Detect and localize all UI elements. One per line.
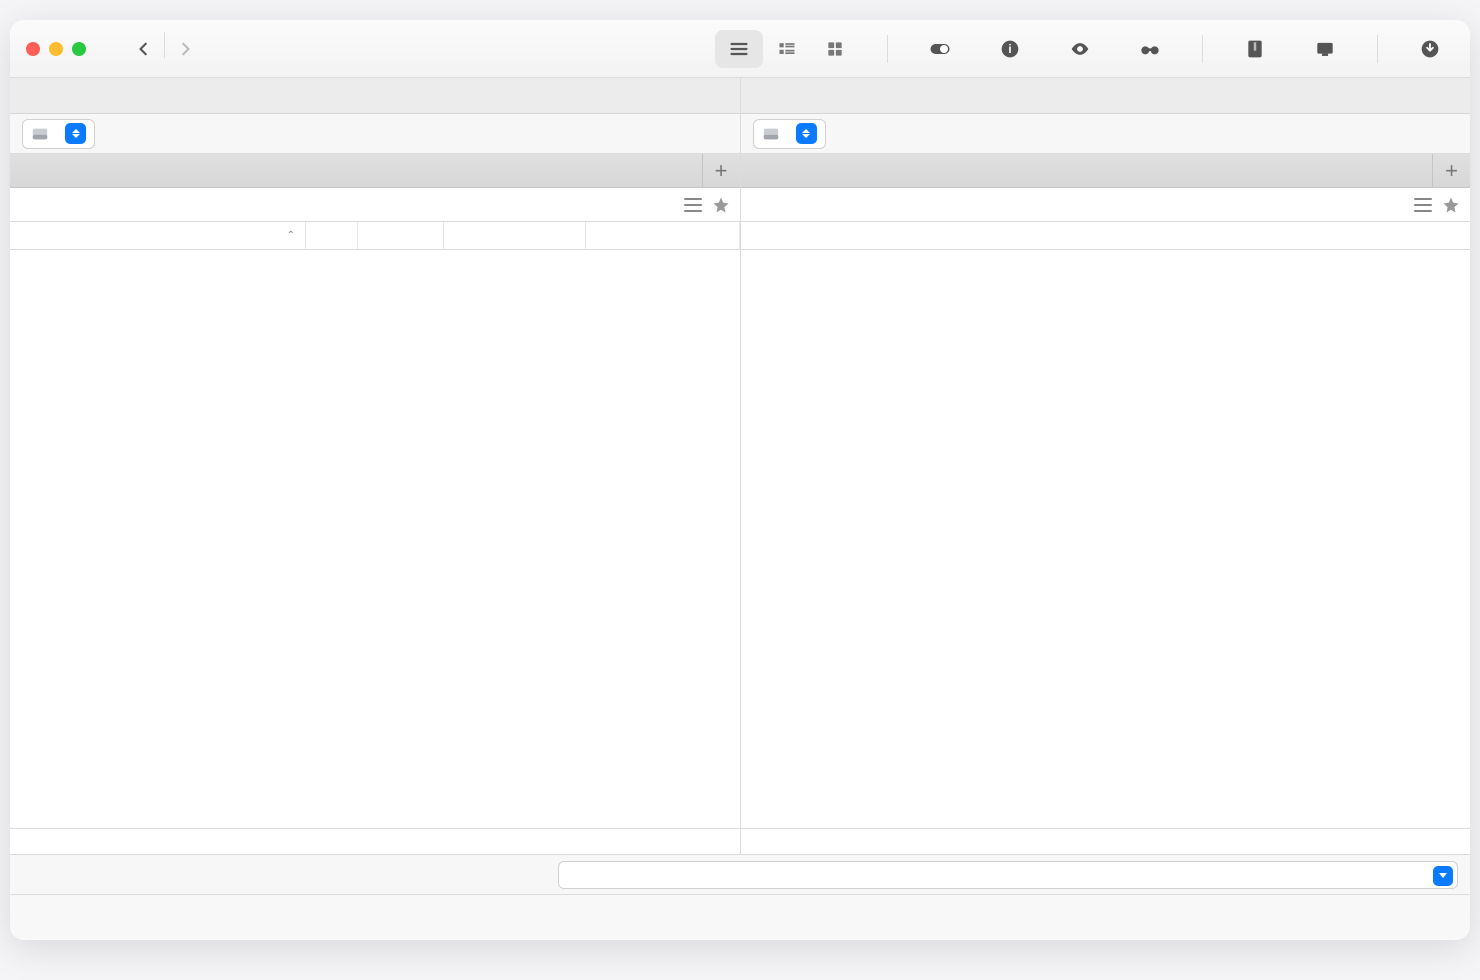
archive-icon [1245, 39, 1265, 59]
right-pane: + [741, 78, 1471, 854]
list-mode-icon[interactable] [684, 198, 702, 212]
list-mode-icon[interactable] [1414, 198, 1432, 212]
disk-icon [762, 125, 780, 143]
minimize-button[interactable] [49, 42, 63, 56]
titlebar: i [10, 20, 1470, 78]
window-controls [26, 42, 86, 56]
favorite-icon[interactable] [1442, 196, 1460, 214]
left-pane: + ⌃ [10, 78, 741, 854]
list-lines-icon [729, 39, 749, 59]
disk-icon [31, 125, 49, 143]
chevron-right-icon [178, 42, 192, 56]
network-share-icon [1315, 39, 1335, 59]
dropdown-icon [65, 123, 86, 144]
dual-pane: + ⌃ [10, 78, 1470, 854]
left-volume-bar [10, 114, 740, 154]
right-new-tab-button[interactable]: + [1432, 154, 1470, 187]
dropdown-icon [796, 123, 817, 144]
right-breadcrumb [741, 188, 1471, 222]
download-button[interactable] [1406, 30, 1454, 68]
left-breadcrumb [10, 188, 740, 222]
chevron-left-icon [137, 42, 151, 56]
col-ext[interactable] [306, 222, 358, 249]
view-columns-button[interactable] [763, 30, 811, 68]
svg-text:i: i [1008, 43, 1011, 56]
right-tabs [741, 78, 1471, 114]
forward-button[interactable] [165, 32, 205, 66]
left-volume-selector[interactable] [22, 119, 95, 149]
grid-icon [825, 39, 845, 59]
right-status [741, 828, 1471, 854]
close-button[interactable] [26, 42, 40, 56]
binoculars-icon [1140, 39, 1160, 59]
favorite-icon[interactable] [712, 196, 730, 214]
function-keys [10, 894, 1470, 940]
info-button[interactable]: i [986, 30, 1034, 68]
col-modified[interactable] [444, 222, 586, 249]
share-button[interactable] [1301, 30, 1349, 68]
preview-button[interactable] [1056, 30, 1104, 68]
right-volume-bar [741, 114, 1471, 154]
col-size[interactable] [358, 222, 444, 249]
path-bar [10, 854, 1470, 894]
back-button[interactable] [124, 32, 164, 66]
download-icon [1420, 39, 1440, 59]
left-status [10, 828, 740, 854]
left-column-headers: ⌃ [10, 222, 740, 250]
col-kind[interactable] [586, 222, 740, 249]
left-file-list[interactable] [10, 250, 740, 828]
eye-icon [1070, 39, 1090, 59]
col-name[interactable]: ⌃ [10, 222, 306, 249]
nav-buttons [124, 32, 205, 66]
left-tabs [10, 78, 740, 114]
view-list-button[interactable] [715, 30, 763, 68]
right-icon-headers [741, 222, 1471, 250]
info-icon: i [1000, 39, 1020, 59]
toggle-switch[interactable] [916, 30, 964, 68]
search-button[interactable] [1126, 30, 1174, 68]
maximize-button[interactable] [72, 42, 86, 56]
toggle-icon [930, 39, 950, 59]
view-grid-button[interactable] [811, 30, 859, 68]
right-volume-selector[interactable] [753, 119, 826, 149]
path-input[interactable] [558, 861, 1458, 889]
app-window: i [10, 20, 1470, 940]
right-tab-title-bar: + [741, 154, 1471, 188]
columns-icon [777, 39, 797, 59]
view-mode-group [715, 30, 859, 68]
left-new-tab-button[interactable]: + [702, 154, 740, 187]
archive-button[interactable] [1231, 30, 1279, 68]
right-icon-view[interactable] [741, 250, 1471, 828]
left-tab-title-bar: + [10, 154, 740, 188]
path-dropdown-icon[interactable] [1433, 866, 1453, 886]
